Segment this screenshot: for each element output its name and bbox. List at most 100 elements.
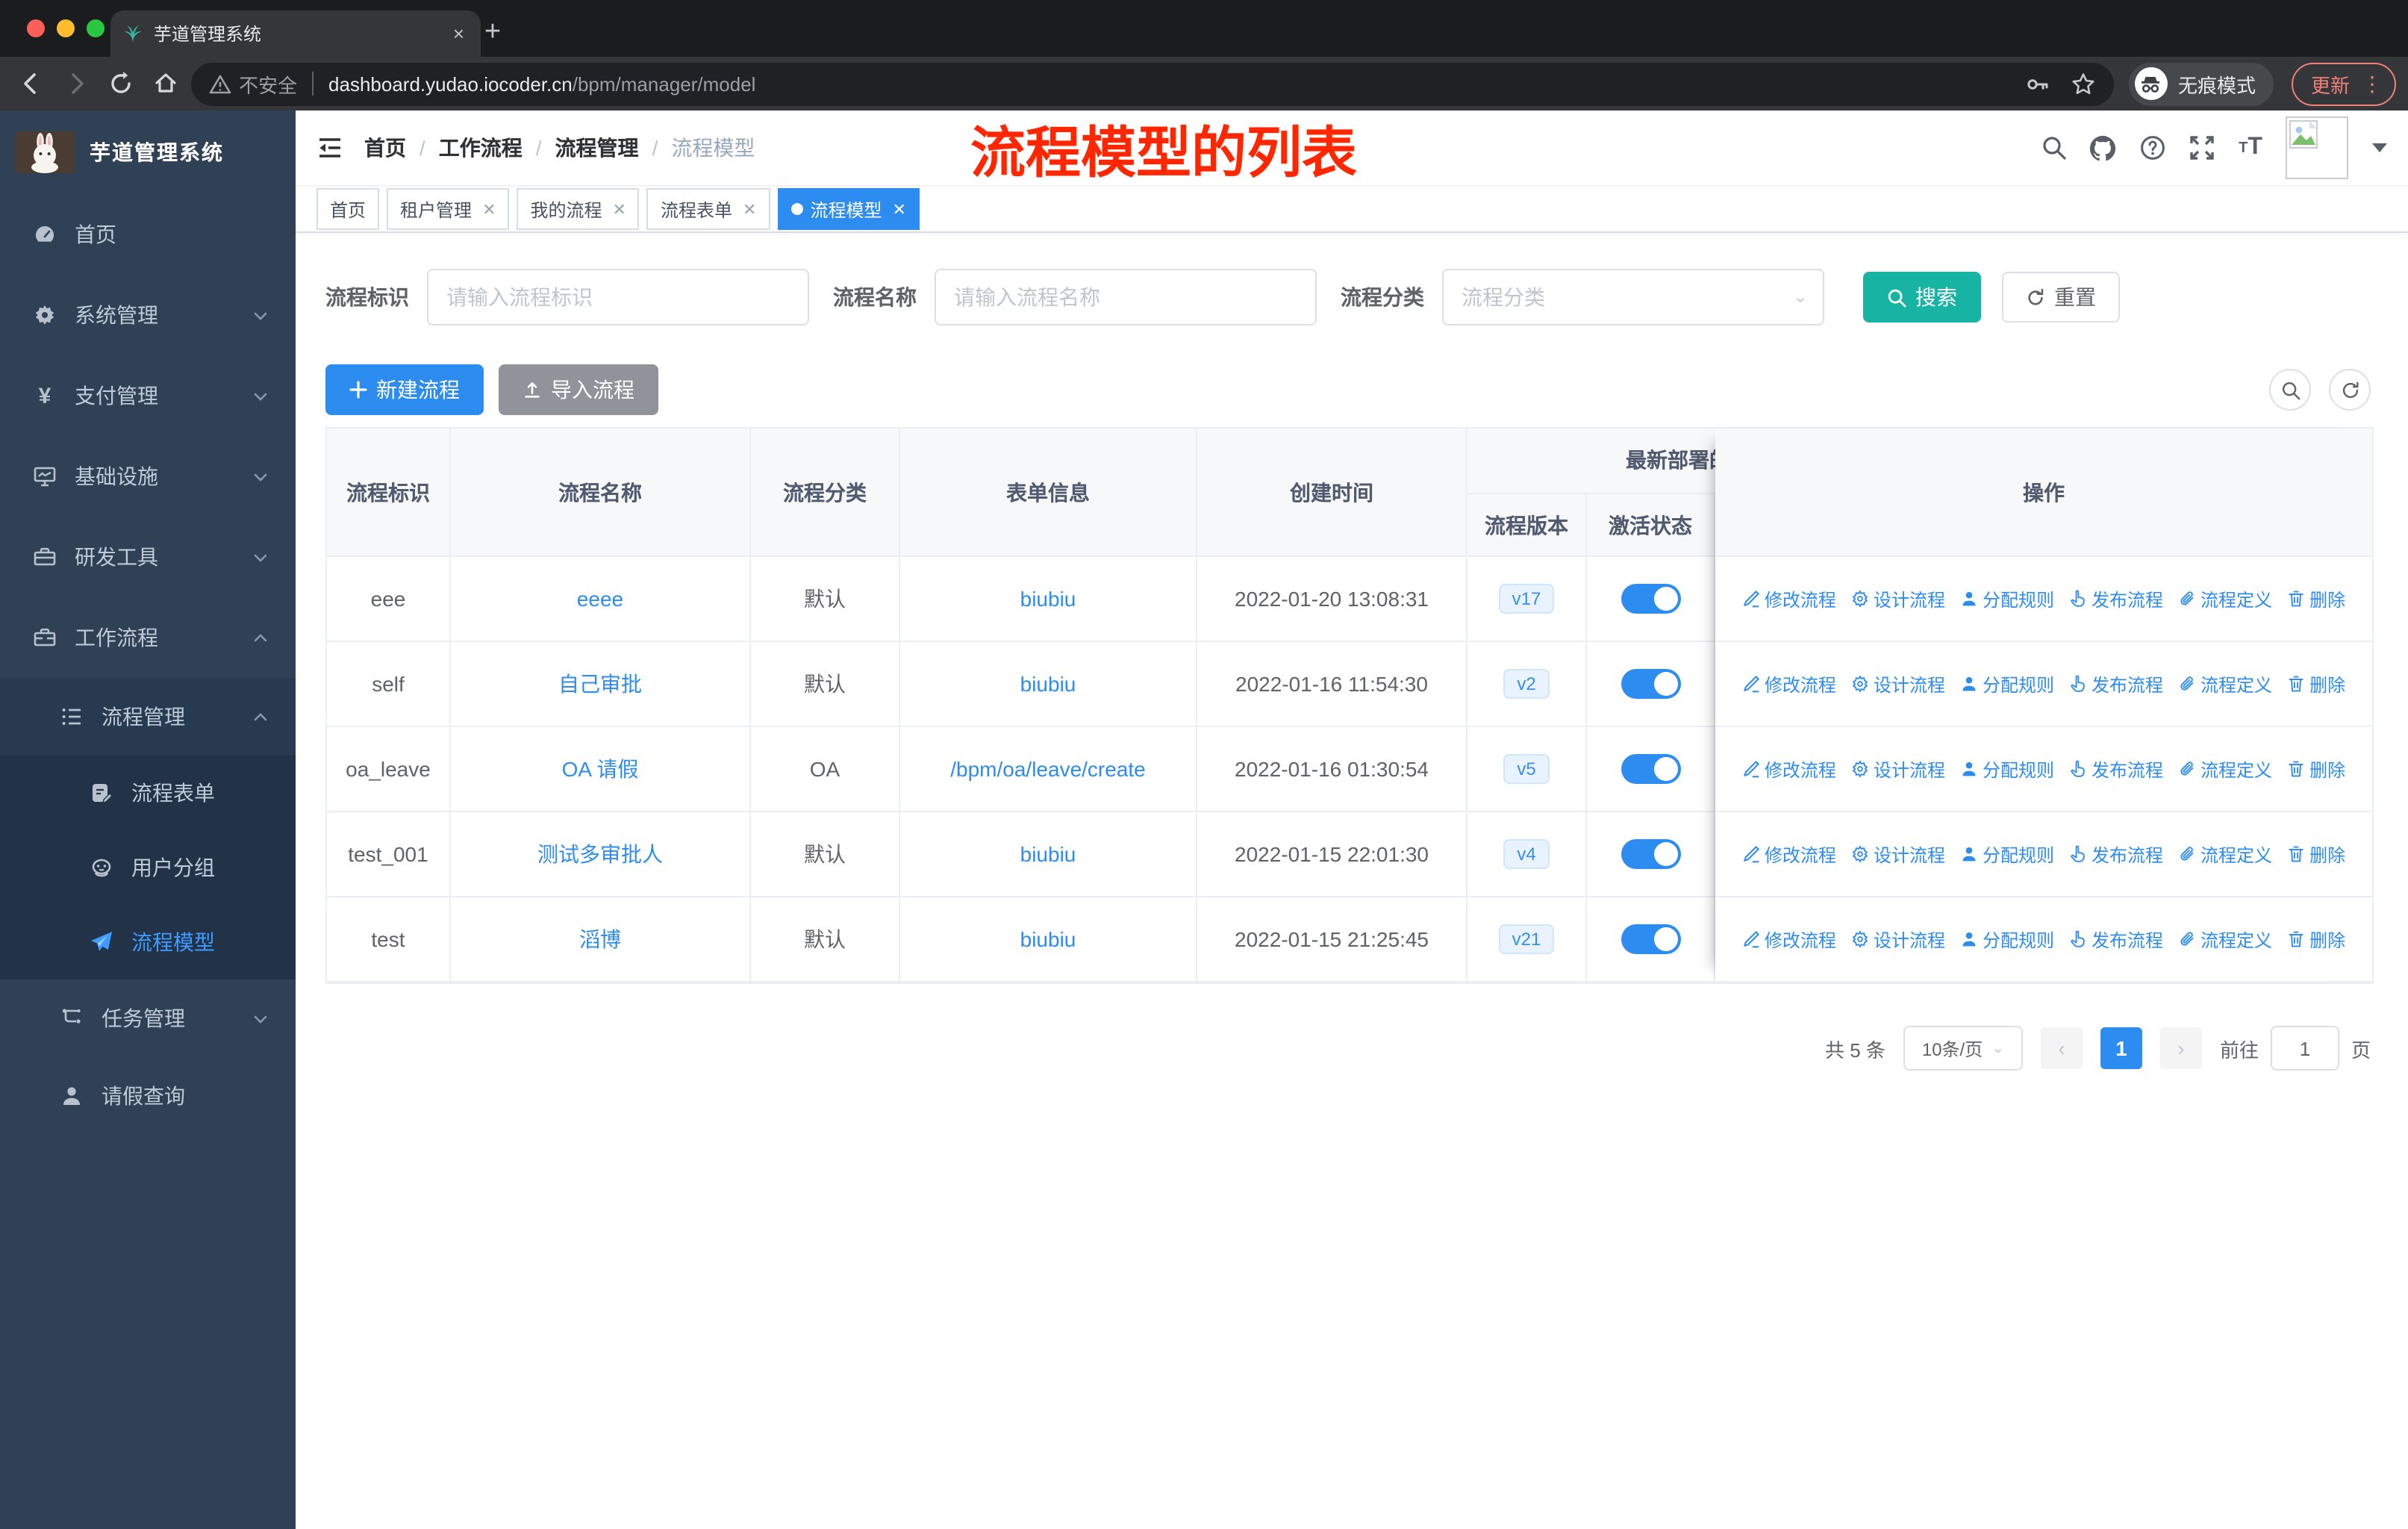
tag-process-form[interactable]: 流程表单 ✕: [646, 188, 770, 230]
sidebar-collapse-icon[interactable]: [296, 133, 364, 163]
sidebar-item-user-group[interactable]: 用户分组: [0, 830, 296, 905]
assign-rule-link[interactable]: 分配规则: [1960, 586, 2054, 611]
sidebar-item-leave-query[interactable]: 请假查询: [0, 1057, 296, 1135]
delete-link[interactable]: 删除: [2287, 756, 2345, 782]
process-name-link[interactable]: 滔博: [579, 924, 621, 954]
assign-rule-link[interactable]: 分配规则: [1960, 756, 2054, 782]
delete-link[interactable]: 删除: [2287, 586, 2345, 611]
delete-link[interactable]: 删除: [2287, 841, 2345, 867]
show-search-toggle-button[interactable]: [2269, 369, 2311, 411]
status-toggle[interactable]: [1621, 839, 1680, 869]
edit-process-link[interactable]: 修改流程: [1742, 586, 1836, 611]
process-definition-link[interactable]: 流程定义: [2178, 841, 2272, 867]
sidebar-item-system[interactable]: 系统管理: [0, 275, 296, 355]
edit-process-link[interactable]: 修改流程: [1742, 841, 1836, 867]
assign-rule-link[interactable]: 分配规则: [1960, 927, 2054, 952]
status-toggle[interactable]: [1621, 754, 1680, 784]
sidebar-item-infra[interactable]: 基础设施: [0, 436, 296, 517]
search-button[interactable]: 搜索: [1863, 272, 1981, 323]
font-size-icon[interactable]: TT: [2236, 134, 2265, 162]
sidebar-item-process-form[interactable]: 流程表单: [0, 756, 296, 830]
github-icon[interactable]: [2089, 134, 2117, 162]
prev-page-button[interactable]: ‹: [2040, 1027, 2083, 1069]
tag-close-icon[interactable]: ✕: [892, 199, 905, 219]
page-1-button[interactable]: 1: [2100, 1027, 2142, 1069]
minimize-window-button[interactable]: [57, 19, 75, 37]
bookmark-star-icon[interactable]: [2071, 71, 2096, 96]
tag-close-icon[interactable]: ✕: [743, 199, 756, 219]
browser-menu-icon[interactable]: ⋮: [2362, 71, 2383, 96]
publish-process-link[interactable]: 发布流程: [2069, 756, 2163, 782]
delete-link[interactable]: 删除: [2287, 671, 2345, 697]
design-process-link[interactable]: 设计流程: [1851, 927, 1945, 952]
process-name-link[interactable]: 自己审批: [558, 669, 642, 699]
delete-link[interactable]: 删除: [2287, 927, 2345, 952]
browser-tab[interactable]: 芋道管理系统 ×: [110, 10, 481, 57]
back-button[interactable]: [12, 64, 51, 103]
breadcrumb-home[interactable]: 首页: [364, 133, 406, 163]
avatar[interactable]: [2286, 116, 2348, 179]
sidebar-item-process-mgmt[interactable]: 流程管理: [0, 678, 296, 756]
form-info-link[interactable]: /bpm/oa/leave/create: [950, 757, 1146, 781]
reload-button[interactable]: [102, 64, 140, 103]
process-name-link[interactable]: OA 请假: [562, 754, 639, 784]
status-toggle[interactable]: [1621, 584, 1680, 614]
form-info-link[interactable]: biubiu: [1020, 587, 1076, 611]
forward-button[interactable]: [57, 64, 96, 103]
zoom-window-button[interactable]: [87, 19, 105, 37]
process-name-link[interactable]: eeee: [577, 587, 623, 611]
help-icon[interactable]: [2138, 134, 2166, 162]
goto-page-input[interactable]: 1: [2270, 1026, 2339, 1071]
design-process-link[interactable]: 设计流程: [1851, 586, 1945, 611]
tab-close-icon[interactable]: ×: [449, 22, 469, 45]
refresh-table-button[interactable]: [2329, 369, 2371, 411]
search-icon[interactable]: [2039, 134, 2068, 162]
design-process-link[interactable]: 设计流程: [1851, 671, 1945, 697]
next-page-button[interactable]: ›: [2159, 1027, 2202, 1069]
page-size-select[interactable]: 10条/页 ⌄: [1903, 1026, 2023, 1071]
assign-rule-link[interactable]: 分配规则: [1960, 841, 2054, 867]
form-info-link[interactable]: biubiu: [1020, 672, 1076, 696]
publish-process-link[interactable]: 发布流程: [2069, 927, 2163, 952]
key-icon[interactable]: [2024, 71, 2050, 96]
publish-process-link[interactable]: 发布流程: [2069, 841, 2163, 867]
publish-process-link[interactable]: 发布流程: [2069, 586, 2163, 611]
reset-button[interactable]: 重置: [2002, 272, 2120, 323]
browser-update-button[interactable]: 更新 ⋮: [2291, 62, 2396, 105]
edit-process-link[interactable]: 修改流程: [1742, 671, 1836, 697]
breadcrumb-workflow[interactable]: 工作流程: [439, 133, 523, 163]
process-definition-link[interactable]: 流程定义: [2178, 927, 2272, 952]
publish-process-link[interactable]: 发布流程: [2069, 671, 2163, 697]
process-name-input[interactable]: 请输入流程名称: [935, 269, 1317, 326]
create-process-button[interactable]: 新建流程: [325, 364, 484, 415]
process-name-link[interactable]: 测试多审批人: [537, 839, 663, 869]
tag-home[interactable]: 首页: [316, 188, 380, 230]
process-key-input[interactable]: 请输入流程标识: [427, 269, 809, 326]
tag-process-model[interactable]: 流程模型 ✕: [777, 188, 920, 230]
process-definition-link[interactable]: 流程定义: [2178, 671, 2272, 697]
sidebar-item-home[interactable]: 首页: [0, 194, 296, 275]
status-toggle[interactable]: [1621, 669, 1680, 699]
status-toggle[interactable]: [1621, 924, 1680, 954]
sidebar-item-process-model[interactable]: 流程模型: [0, 905, 296, 980]
assign-rule-link[interactable]: 分配规则: [1960, 671, 2054, 697]
tag-my-process[interactable]: 我的流程 ✕: [517, 188, 640, 230]
category-select[interactable]: 流程分类 ⌄: [1442, 269, 1824, 326]
breadcrumb-process-mgmt[interactable]: 流程管理: [555, 133, 639, 163]
sidebar-item-devtools[interactable]: 研发工具: [0, 517, 296, 597]
edit-process-link[interactable]: 修改流程: [1742, 756, 1836, 782]
form-info-link[interactable]: biubiu: [1020, 842, 1076, 866]
process-definition-link[interactable]: 流程定义: [2178, 756, 2272, 782]
import-process-button[interactable]: 导入流程: [499, 364, 658, 415]
sidebar-item-task-mgmt[interactable]: 任务管理: [0, 980, 296, 1057]
tag-close-icon[interactable]: ✕: [482, 199, 496, 219]
fullscreen-icon[interactable]: [2187, 134, 2215, 162]
design-process-link[interactable]: 设计流程: [1851, 841, 1945, 867]
design-process-link[interactable]: 设计流程: [1851, 756, 1945, 782]
new-tab-button[interactable]: +: [475, 15, 511, 51]
tag-close-icon[interactable]: ✕: [613, 199, 626, 219]
avatar-caret-icon[interactable]: [2372, 143, 2387, 152]
form-info-link[interactable]: biubiu: [1020, 927, 1076, 951]
process-definition-link[interactable]: 流程定义: [2178, 586, 2272, 611]
tag-tenant[interactable]: 租户管理 ✕: [387, 188, 510, 230]
